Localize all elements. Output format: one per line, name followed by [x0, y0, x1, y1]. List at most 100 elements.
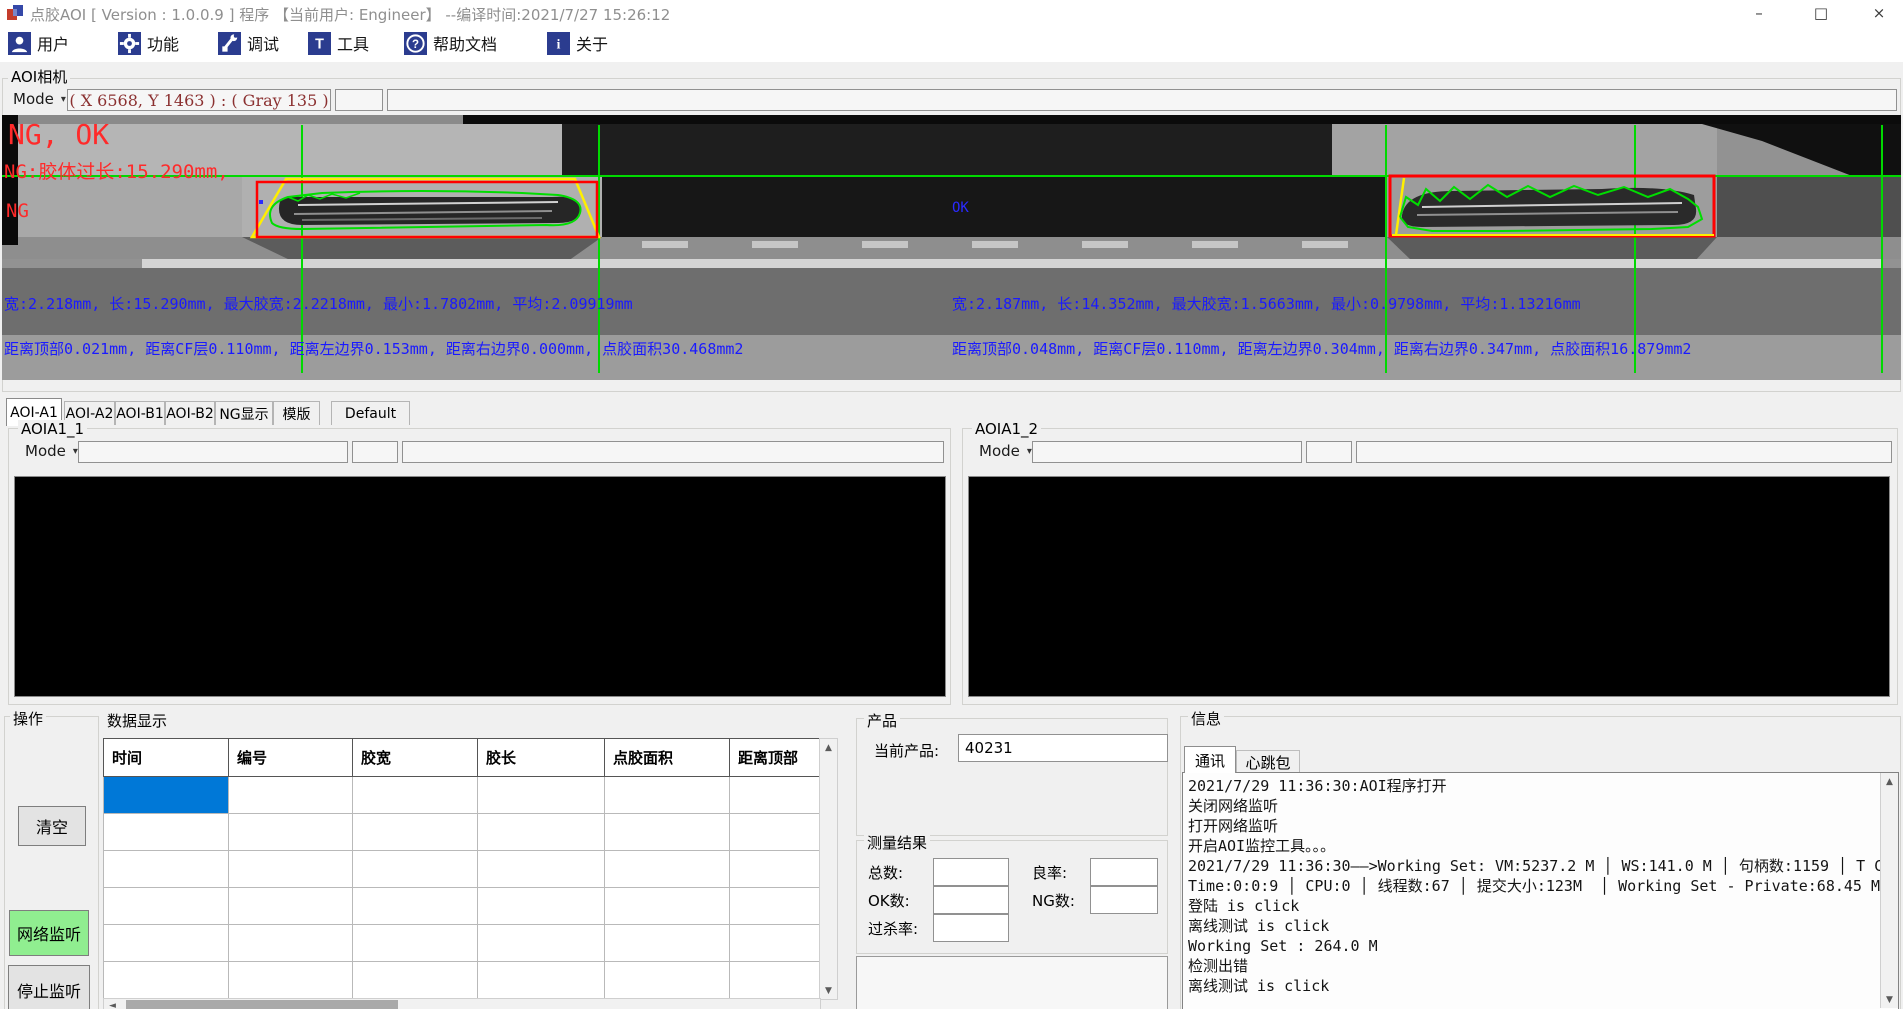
- table-cell[interactable]: [605, 962, 730, 999]
- tab-heartbeat[interactable]: 心跳包: [1236, 750, 1300, 773]
- panel-left-image[interactable]: [14, 476, 946, 697]
- table-cell[interactable]: [104, 925, 229, 962]
- total-field[interactable]: [933, 858, 1009, 886]
- panel-right-field-1[interactable]: [1032, 441, 1302, 463]
- table-cell[interactable]: [104, 777, 229, 814]
- camera-field-small[interactable]: [335, 89, 383, 111]
- table-cell[interactable]: [478, 962, 605, 999]
- table-cell[interactable]: [353, 888, 478, 925]
- table-cell[interactable]: [730, 851, 820, 888]
- stop-listen-button[interactable]: 停止监听: [8, 965, 90, 1009]
- table-cell[interactable]: [730, 777, 820, 814]
- tab-aoi-b2[interactable]: AOI-B2: [165, 401, 215, 425]
- overkill-field[interactable]: [933, 914, 1009, 942]
- tab-ng-display[interactable]: NG显示: [215, 401, 273, 425]
- network-listen-button[interactable]: 网络监听: [9, 910, 89, 956]
- table-cell[interactable]: [353, 777, 478, 814]
- table-cell[interactable]: [605, 888, 730, 925]
- table-cell[interactable]: [104, 851, 229, 888]
- panel-right-field-3[interactable]: [1356, 441, 1892, 463]
- table-cell[interactable]: [478, 888, 605, 925]
- table-cell[interactable]: [353, 851, 478, 888]
- table-row[interactable]: [104, 962, 820, 999]
- scroll-down-icon[interactable]: ▼: [1881, 991, 1898, 1008]
- table-cell[interactable]: [605, 814, 730, 851]
- close-button[interactable]: ×: [1855, 0, 1903, 26]
- table-row[interactable]: [104, 777, 820, 814]
- panel-left-field-1[interactable]: [78, 441, 348, 463]
- col-glue-width[interactable]: 胶宽: [353, 739, 478, 777]
- table-row[interactable]: [104, 888, 820, 925]
- coordinate-readout[interactable]: ( X 6568, Y 1463 ) : ( Gray 135 ): [67, 89, 331, 111]
- yield-field[interactable]: [1090, 858, 1158, 886]
- table-cell[interactable]: [229, 851, 353, 888]
- table-cell[interactable]: [353, 925, 478, 962]
- table-cell[interactable]: [229, 962, 353, 999]
- panel-right-image[interactable]: [968, 476, 1890, 697]
- tab-template[interactable]: 模版: [273, 401, 320, 425]
- table-cell[interactable]: [730, 814, 820, 851]
- toolbar-debug[interactable]: 调试: [218, 30, 279, 56]
- table-cell[interactable]: [730, 962, 820, 999]
- toolbar-tools[interactable]: T 工具: [308, 30, 369, 56]
- scroll-down-icon[interactable]: ▼: [820, 982, 837, 999]
- toolbar-about[interactable]: i 关于: [547, 30, 608, 56]
- panel-left-field-3[interactable]: [402, 441, 944, 463]
- col-time[interactable]: 时间: [104, 739, 229, 777]
- col-dist-top[interactable]: 距离顶部: [730, 739, 820, 777]
- camera-group-label: AOI相机: [8, 66, 70, 87]
- table-cell[interactable]: [478, 851, 605, 888]
- tab-comms[interactable]: 通讯: [1184, 746, 1236, 773]
- log-vscrollbar[interactable]: ▲ ▼: [1880, 773, 1898, 1008]
- toolbar-help[interactable]: ? 帮助文档: [404, 30, 497, 56]
- hscroll-thumb[interactable]: [126, 1000, 398, 1009]
- table-cell[interactable]: [353, 814, 478, 851]
- table-cell[interactable]: [605, 851, 730, 888]
- data-table[interactable]: 时间 编号 胶宽 胶长 点胶面积 距离顶部: [103, 738, 820, 999]
- table-cell[interactable]: [730, 925, 820, 962]
- scroll-left-icon[interactable]: ◄: [104, 999, 121, 1009]
- table-cell[interactable]: [229, 888, 353, 925]
- log-line: 检测出错: [1183, 956, 1898, 976]
- tab-default[interactable]: Default: [331, 401, 410, 425]
- comms-log[interactable]: 2021/7/29 11:36:30:AOI程序打开 关闭网络监听 打开网络监听…: [1182, 772, 1899, 1009]
- table-cell[interactable]: [478, 814, 605, 851]
- table-cell[interactable]: [605, 925, 730, 962]
- table-cell[interactable]: [104, 962, 229, 999]
- table-row[interactable]: [104, 925, 820, 962]
- table-hscrollbar[interactable]: ◄: [103, 998, 821, 1009]
- table-cell[interactable]: [104, 814, 229, 851]
- ng-count-field[interactable]: [1090, 886, 1158, 914]
- panel-left-mode-dropdown[interactable]: Mode ▾: [20, 440, 83, 462]
- table-cell[interactable]: [229, 814, 353, 851]
- table-cell[interactable]: [229, 777, 353, 814]
- table-cell[interactable]: [229, 925, 353, 962]
- col-glue-length[interactable]: 胶长: [478, 739, 605, 777]
- panel-left-field-2[interactable]: [352, 441, 398, 463]
- panel-right-field-2[interactable]: [1306, 441, 1352, 463]
- current-product-field[interactable]: 40231: [958, 734, 1168, 762]
- toolbar-user[interactable]: 用户: [8, 30, 69, 56]
- tab-aoi-b1[interactable]: AOI-B1: [115, 401, 165, 425]
- scroll-up-icon[interactable]: ▲: [820, 739, 837, 756]
- camera-mode-dropdown[interactable]: Mode ▾: [8, 88, 71, 110]
- table-cell[interactable]: [478, 777, 605, 814]
- table-row[interactable]: [104, 851, 820, 888]
- col-serial[interactable]: 编号: [229, 739, 353, 777]
- table-cell[interactable]: [605, 777, 730, 814]
- panel-right-mode-dropdown[interactable]: Mode ▾: [974, 440, 1037, 462]
- ok-count-field[interactable]: [933, 886, 1009, 914]
- scroll-up-icon[interactable]: ▲: [1881, 773, 1898, 790]
- table-cell[interactable]: [478, 925, 605, 962]
- col-glue-area[interactable]: 点胶面积: [605, 739, 730, 777]
- table-vscrollbar[interactable]: ▲ ▼: [819, 738, 838, 1000]
- table-row[interactable]: [104, 814, 820, 851]
- table-cell[interactable]: [104, 888, 229, 925]
- table-cell[interactable]: [353, 962, 478, 999]
- table-cell[interactable]: [730, 888, 820, 925]
- toolbar-function[interactable]: 功能: [118, 30, 179, 56]
- clear-button[interactable]: 清空: [18, 806, 86, 846]
- maximize-button[interactable]: □: [1797, 0, 1845, 26]
- minimize-button[interactable]: –: [1735, 0, 1783, 26]
- camera-field-wide[interactable]: [387, 89, 1897, 111]
